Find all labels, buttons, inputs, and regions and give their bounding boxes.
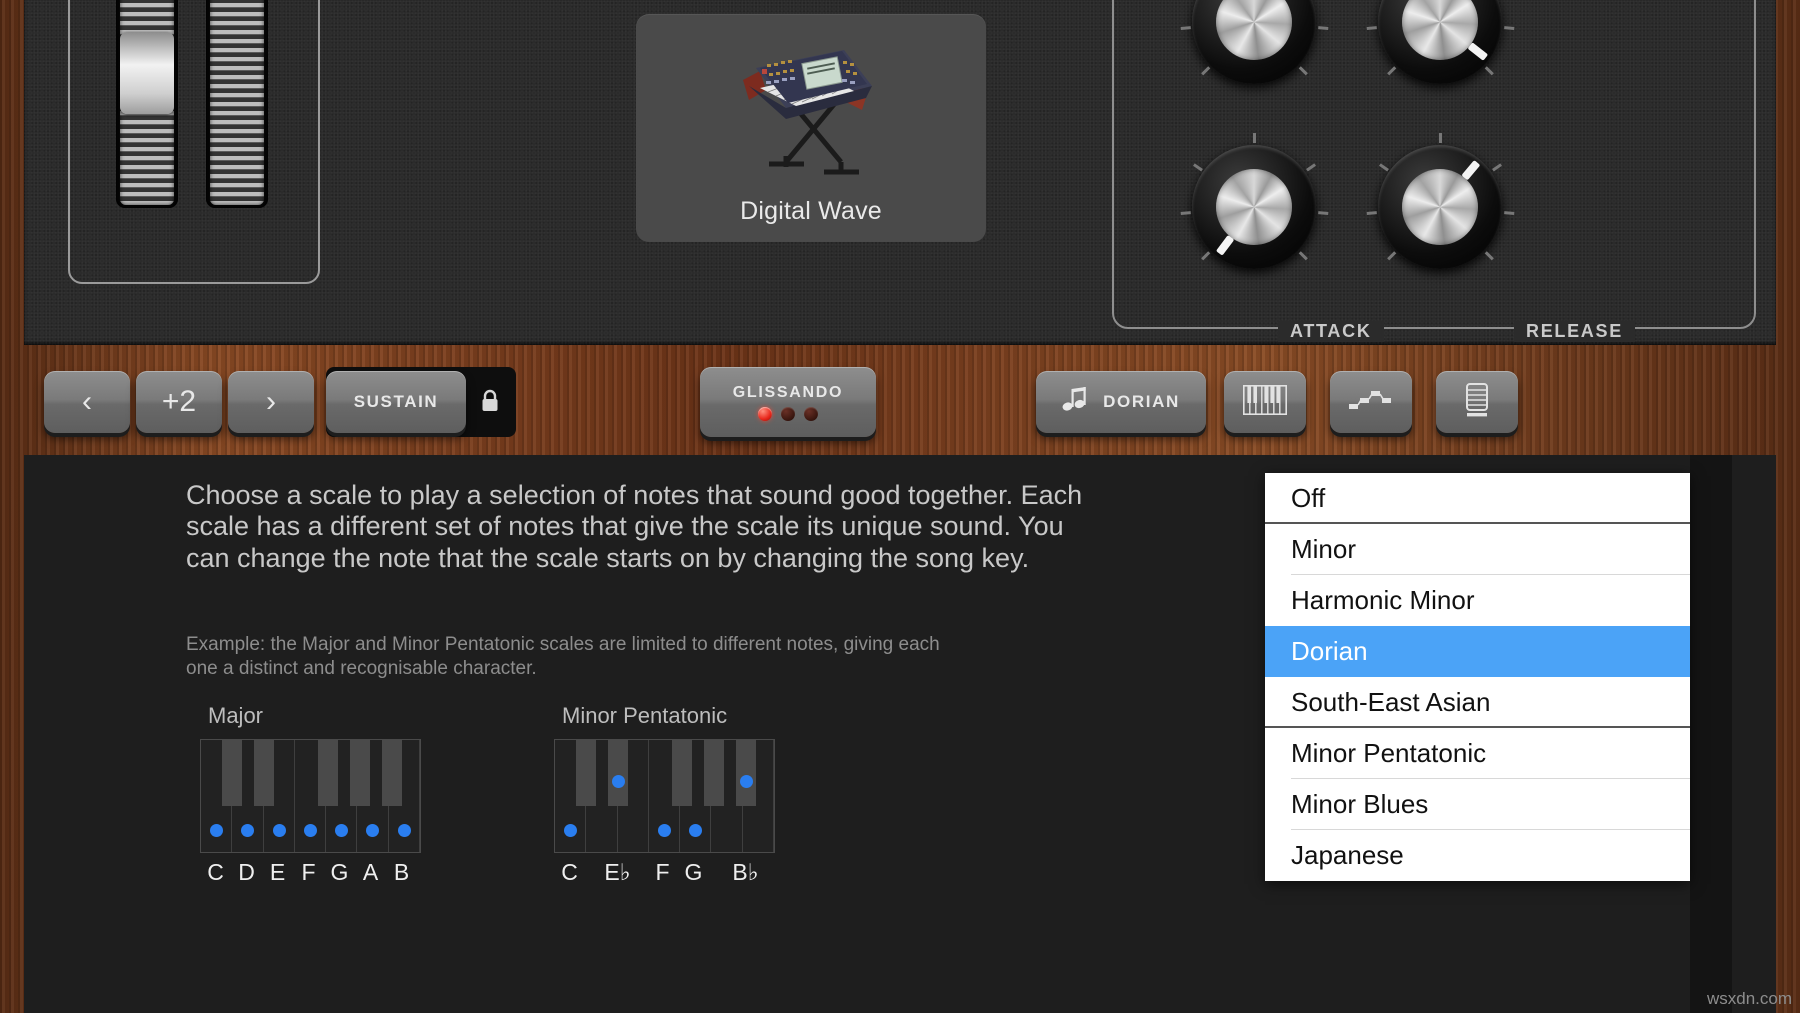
transpose-next-button[interactable]: › xyxy=(228,371,314,433)
knob-cap xyxy=(1216,169,1292,245)
knob-top-left[interactable] xyxy=(1192,0,1316,84)
note-label: G xyxy=(678,859,709,886)
dropdown-item-harmonic-minor[interactable]: Harmonic Minor xyxy=(1265,575,1690,626)
diagram-title: Minor Pentatonic xyxy=(562,703,775,729)
note-label: G xyxy=(324,859,355,886)
preset-name: Digital Wave xyxy=(636,197,986,226)
note-label: E♭ xyxy=(602,859,633,886)
note-label: F xyxy=(647,859,678,886)
led-2[interactable] xyxy=(781,407,795,421)
note-dot xyxy=(273,824,286,837)
dropdown-item-dorian[interactable]: Dorian xyxy=(1265,626,1690,677)
note-dot xyxy=(740,775,753,788)
black-key xyxy=(222,740,242,806)
black-key xyxy=(382,740,402,806)
black-key xyxy=(672,740,692,806)
black-key xyxy=(736,740,756,806)
note-dot xyxy=(366,824,379,837)
note-dot xyxy=(612,775,625,788)
note-label: F xyxy=(293,859,324,886)
dropdown-item-minor-blues[interactable]: Minor Blues xyxy=(1265,779,1690,830)
glissando-leds xyxy=(758,407,818,421)
modulation-wheel[interactable] xyxy=(206,0,268,208)
attack-label: ATTACK xyxy=(1278,321,1384,342)
arpeggiator-icon xyxy=(1348,387,1394,418)
scale-name-label: DORIAN xyxy=(1103,392,1180,412)
knob-attack[interactable] xyxy=(1192,145,1316,269)
arpeggiator-button[interactable] xyxy=(1330,371,1412,433)
sustain-group: SUSTAIN xyxy=(326,367,516,437)
scale-dropdown[interactable]: Off Minor Harmonic Minor Dorian South-Ea… xyxy=(1265,473,1690,881)
wheel-group xyxy=(68,0,320,284)
sustain-button[interactable]: SUSTAIN xyxy=(326,371,466,433)
double-note-icon xyxy=(1062,387,1090,418)
lock-icon[interactable] xyxy=(480,389,500,413)
wheel-thumb[interactable] xyxy=(120,32,174,114)
vertical-strip-icon xyxy=(1466,383,1488,422)
note-label: C xyxy=(554,859,585,886)
help-text: Choose a scale to play a selection of no… xyxy=(186,480,1086,574)
knob-cap xyxy=(1402,169,1478,245)
dropdown-item-japanese[interactable]: Japanese xyxy=(1265,830,1690,881)
note-dot xyxy=(398,824,411,837)
dropdown-item-off[interactable]: Off xyxy=(1265,473,1690,524)
scale-button[interactable]: DORIAN xyxy=(1036,371,1206,433)
touch-strip-button[interactable] xyxy=(1436,371,1518,433)
knob-top-right[interactable] xyxy=(1378,0,1502,84)
black-key xyxy=(704,740,724,806)
black-key xyxy=(254,740,274,806)
transpose-prev-button[interactable]: ‹ xyxy=(44,371,130,433)
panel-right-gap xyxy=(1690,455,1732,1013)
transpose-value-button[interactable]: +2 xyxy=(136,371,222,433)
keybed xyxy=(200,739,421,853)
note-dot xyxy=(210,824,223,837)
black-key xyxy=(608,740,628,806)
note-label: D xyxy=(231,859,262,886)
black-key xyxy=(318,740,338,806)
synth-panel: Digital Wave ATTACK RELEASE xyxy=(24,0,1776,345)
keybed xyxy=(554,739,775,853)
control-strip: ‹ +2 › SUSTAIN GLISSANDO xyxy=(24,345,1776,455)
black-key xyxy=(576,740,596,806)
note-labels: C D E F G A B xyxy=(200,859,421,886)
diagram-title: Major xyxy=(208,703,421,729)
note-dot xyxy=(564,824,577,837)
release-label: RELEASE xyxy=(1514,321,1635,342)
example-text: Example: the Major and Minor Pentatonic … xyxy=(186,633,946,681)
note-dot xyxy=(241,824,254,837)
glissando-button[interactable]: GLISSANDO xyxy=(700,367,876,437)
note-label: B xyxy=(386,859,417,886)
wheel-ridges xyxy=(210,0,264,205)
piano-keys-icon xyxy=(1243,385,1287,420)
note-labels: C E♭ F G B♭ xyxy=(554,859,775,889)
watermark: wsxdn.com xyxy=(1707,989,1792,1009)
note-label: A xyxy=(355,859,386,886)
black-key xyxy=(350,740,370,806)
note-dot xyxy=(335,824,348,837)
note-dot xyxy=(689,824,702,837)
dropdown-item-minor-pentatonic[interactable]: Minor Pentatonic xyxy=(1265,728,1690,779)
glissando-label: GLISSANDO xyxy=(733,384,843,402)
note-label: E xyxy=(262,859,293,886)
dropdown-item-south-east-asian[interactable]: South-East Asian xyxy=(1265,677,1690,728)
note-dot xyxy=(658,824,671,837)
note-dot xyxy=(304,824,317,837)
app-screen: Digital Wave ATTACK RELEASE xyxy=(0,0,1800,1013)
diagram-major: Major C D E F G A xyxy=(200,703,421,886)
knob-release[interactable] xyxy=(1378,145,1502,269)
pitch-bend-wheel[interactable] xyxy=(116,0,178,208)
diagram-minor-pentatonic: Minor Pentatonic C E♭ F G B♭ xyxy=(554,703,775,889)
led-3[interactable] xyxy=(804,407,818,421)
note-label: C xyxy=(200,859,231,886)
led-1[interactable] xyxy=(758,407,772,421)
dropdown-item-minor[interactable]: Minor xyxy=(1265,524,1690,575)
note-label: B♭ xyxy=(730,859,761,886)
synthesizer-on-stand-icon xyxy=(636,22,986,182)
preset-card[interactable]: Digital Wave xyxy=(636,14,986,242)
keyboard-layout-button[interactable] xyxy=(1224,371,1306,433)
